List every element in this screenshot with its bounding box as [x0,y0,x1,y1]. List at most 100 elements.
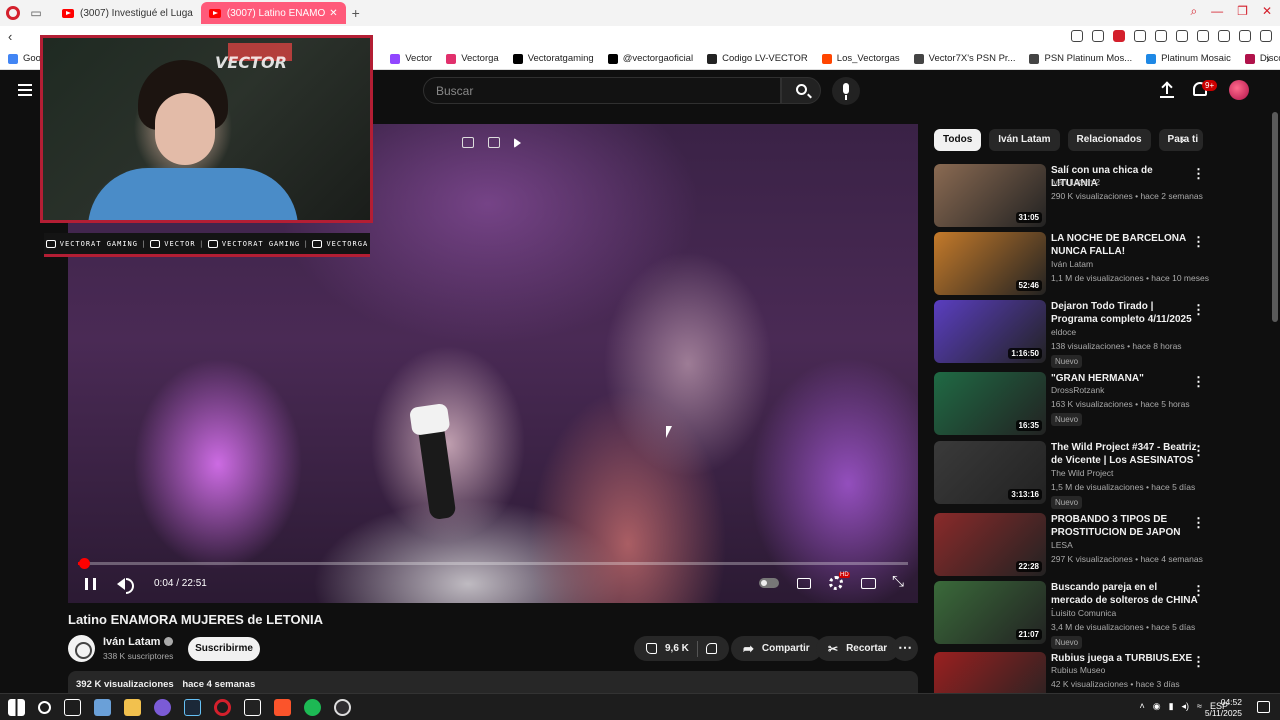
video-thumbnail[interactable]: 16:35 [934,372,1046,435]
file-explorer-icon[interactable] [94,699,111,716]
more-options-icon[interactable]: ⋮ [1192,302,1205,318]
network-icon[interactable]: ◉ [1153,701,1161,712]
more-options-icon[interactable]: ⋮ [1192,234,1205,250]
task-view-icon[interactable] [64,699,81,716]
tab-latino-enamora[interactable]: (3007) Latino ENAMO ✕ [200,2,346,24]
bookmark-item[interactable]: Codigo LV-VECTOR [707,53,808,64]
more-options-icon[interactable]: ⋮ [1192,166,1205,182]
wifi-icon[interactable]: ≈ [1197,701,1202,712]
upload-icon[interactable] [1160,82,1174,98]
extension-icon[interactable] [1071,30,1083,42]
recommendation-title[interactable]: The Wild Project #347 - Beatriz de Vicen… [1051,441,1201,469]
volume-icon[interactable] [117,578,134,594]
recommendation-channel[interactable]: Iván Latam 2 [1051,177,1100,187]
exit-icon[interactable] [488,137,500,148]
chevron-right-icon[interactable]: › [1266,52,1270,66]
bookmark-item[interactable]: Platinum Mosaic [1146,53,1231,64]
bookmark-item[interactable]: Vector7X's PSN Pr... [913,53,1015,64]
clip-button[interactable]: ✂ Recortar [816,636,900,661]
more-options-icon[interactable]: ⋮ [1192,443,1205,459]
chevron-up-icon[interactable]: ˄ [1139,701,1144,712]
close-tab-icon[interactable]: ✕ [329,8,337,19]
streaming-app-icon[interactable] [244,699,261,716]
steam-icon[interactable] [184,699,201,716]
folder-icon[interactable] [124,699,141,716]
more-actions-button[interactable]: ⋯ [892,636,918,661]
video-thumbnail[interactable]: 31:05 [934,164,1046,227]
like-icon[interactable] [646,643,657,654]
back-icon[interactable]: ‹ [8,29,12,44]
new-tab-icon[interactable]: + [352,5,360,21]
pause-icon[interactable] [85,578,96,590]
opera-icon[interactable] [214,699,231,716]
clock[interactable]: 04:52 5/11/2025 [1205,697,1242,719]
recommendation-item[interactable]: 22:28 PROBANDO 3 TIPOS DE PROSTITUCION DE… [934,513,1274,579]
bookmark-item[interactable]: PSN Platinum Mos... [1029,53,1132,64]
bookmark-item[interactable]: Vectoratgaming [512,53,594,64]
like-count[interactable]: 9,6 K [665,643,689,654]
speaker-icon[interactable]: ◂) [1182,701,1190,712]
search-input[interactable]: Buscar [423,77,781,104]
heart-icon[interactable] [1155,30,1167,42]
theater-mode-icon[interactable] [861,577,876,589]
recommendation-item[interactable]: 31:05 Salí con una chica de LITUANIA Iván … [934,164,1274,230]
maximize-icon[interactable]: ❐ [1237,4,1248,19]
profile-icon[interactable] [1218,30,1230,42]
brave-icon[interactable] [274,699,291,716]
bookmark-item[interactable]: Discover Games -... [1244,53,1280,64]
workspace-icon[interactable]: ▭ [28,5,44,21]
recommendation-channel[interactable]: Rubius Museo [1051,665,1105,675]
opera-logo-icon[interactable] [6,6,20,20]
dislike-icon[interactable] [705,643,717,654]
recommendation-channel[interactable]: LESA [1051,540,1073,550]
channel-avatar[interactable] [68,635,95,662]
spotify-icon[interactable] [304,699,321,716]
chevron-right-icon[interactable]: › [1180,131,1185,147]
avatar[interactable] [1229,80,1249,100]
scrollbar[interactable] [1272,112,1278,322]
recommendation-title[interactable]: Dejaron Todo Tirado | Programa completo … [1051,300,1201,326]
obs-icon[interactable] [334,699,351,716]
search-button[interactable] [781,77,821,104]
recommendation-title[interactable]: PROBANDO 3 TIPOS DE PROSTITUCION DE JAPO… [1051,513,1201,539]
video-thumbnail[interactable]: 1:16:50 [934,300,1046,363]
channel-name[interactable]: Iván Latam [103,636,174,648]
chip-todos[interactable]: Todos [934,129,982,151]
subscribe-button[interactable]: Suscribirme [188,637,260,661]
recommendation-item[interactable]: 21:07 Buscando pareja en el mercado de so… [934,581,1274,649]
recommendation-title[interactable]: Buscando pareja en el mercado de soltero… [1051,581,1201,609]
bookmark-item[interactable]: @vectorgaoficial [607,53,693,64]
recommendation-channel[interactable]: Iván Latam [1051,259,1093,269]
search-tabs-icon[interactable]: ⌕ [1190,4,1197,19]
recommendation-channel[interactable]: DrossRotzank [1051,385,1104,395]
hamburger-menu-icon[interactable] [18,84,32,96]
windows-start-icon[interactable] [8,699,25,716]
video-thumbnail[interactable]: 22:28 [934,513,1046,576]
recommendation-title[interactable]: LA NOCHE DE BARCELONA NUNCA FALLA! [1051,232,1201,258]
tab-investigue[interactable]: (3007) Investigué el Luga [54,2,201,24]
recommendation-title[interactable]: Rubius juega a TURBIUS.EXE [1051,652,1201,665]
more-options-icon[interactable]: ⋮ [1192,583,1205,599]
search-icon[interactable] [38,701,51,714]
skip-next-icon[interactable] [514,138,521,148]
recommendation-channel[interactable]: eldoce [1051,327,1076,337]
progress-handle[interactable] [79,558,90,569]
share-button[interactable]: ➦ Compartir [731,636,822,661]
microphone-icon[interactable]: ▮ [1169,701,1174,712]
download-icon[interactable] [1239,30,1251,42]
more-options-icon[interactable]: ⋮ [1192,515,1205,531]
extension-icon[interactable] [1197,30,1209,42]
menu-icon[interactable] [1260,30,1272,42]
bookmark-item[interactable]: Vectorga [446,53,499,64]
recommendation-channel[interactable]: The Wild Project [1051,468,1113,478]
video-thumbnail[interactable]: 52:46 [934,232,1046,295]
fullscreen-icon[interactable] [892,573,906,590]
minimize-icon[interactable]: — [1211,4,1223,19]
autoplay-toggle[interactable] [759,578,779,588]
chrome-icon[interactable] [154,699,171,716]
send-icon[interactable] [1134,30,1146,42]
recommendation-item[interactable]: 3:13:16 The Wild Project #347 - Beatriz d… [934,441,1274,509]
notifications-icon[interactable] [1257,701,1270,713]
recommendation-title[interactable]: "GRAN HERMANA" [1051,372,1201,385]
subtitles-icon[interactable] [797,577,811,589]
